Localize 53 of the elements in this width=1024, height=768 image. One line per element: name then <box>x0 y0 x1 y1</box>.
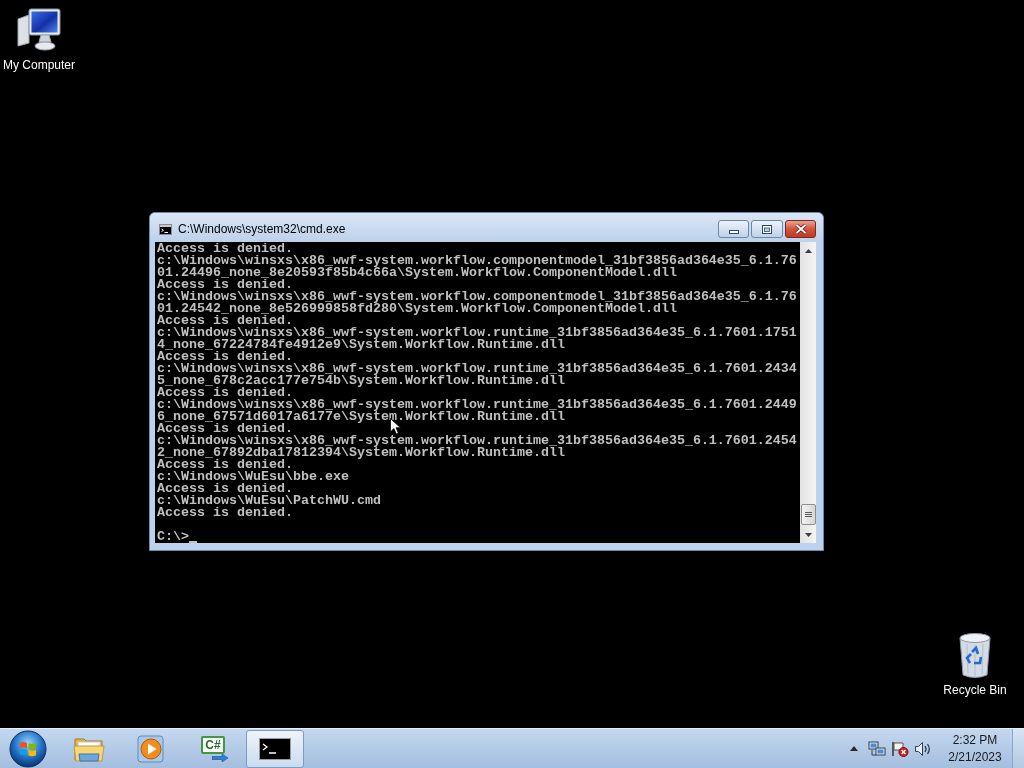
command-prompt: C:\> <box>157 531 189 543</box>
console-line: c:\Windows\winsxs\x86_wwf-system.workflow.runtime_31bf3856ad364e35_6.1.7601.2454 <box>157 435 797 447</box>
console-icon <box>259 737 291 760</box>
console-line: 4_none_67224784fe4912e9\System.Workflow.Runtime.dll <box>157 339 565 351</box>
console-line: c:\Windows\winsxs\x86_wwf-system.workflow.componentmodel_31bf3856ad364e35_6.1.76 <box>157 291 797 303</box>
console-line: 01.24542_none_8e526999858fd280\System.Workflow.ComponentModel.dll <box>157 303 677 315</box>
console-taskbar-button[interactable] <box>246 729 304 768</box>
console-line: Access is denied. <box>157 315 293 327</box>
console-line: c:\Windows\winsxs\x86_wwf-system.workflow.runtime_31bf3856ad364e35_6.1.7601.2449 <box>157 399 797 411</box>
console-line: c:\Windows\winsxs\x86_wwf-system.workflow.runtime_31bf3856ad364e35_6.1.7601.2434 <box>157 363 797 375</box>
console-line: c:\Windows\WuEsu\bbe.exe <box>157 471 349 483</box>
start-button[interactable] <box>9 729 47 768</box>
text-cursor-icon <box>189 541 197 543</box>
console-line: Access is denied. <box>157 459 293 471</box>
grip-icon <box>804 511 812 518</box>
play-icon <box>136 733 166 764</box>
up-triangle-icon <box>849 746 858 751</box>
close-icon <box>794 224 807 234</box>
console-line: c:\Windows\winsxs\x86_wwf-system.workflow.componentmodel_31bf3856ad364e35_6.1.76 <box>157 255 797 267</box>
network-icon <box>867 740 886 757</box>
console-line: Access is denied. <box>157 423 293 435</box>
flag-icon <box>890 740 909 757</box>
computer-shortcut[interactable]: My Computer <box>0 8 78 73</box>
computer-icon <box>17 8 61 52</box>
minimize-button[interactable] <box>718 220 749 238</box>
console-line: 6_none_67571d6017a6177e\System.Workflow.Runtime.dll <box>157 411 565 423</box>
up-arrow-icon <box>804 248 812 253</box>
recycle-bin-shortcut[interactable]: Recycle Bin <box>937 632 1013 698</box>
console-line: c:\Windows\winsxs\x86_wwf-system.workflow.runtime_31bf3856ad364e35_6.1.7601.1751 <box>157 327 797 339</box>
console-icon <box>159 223 172 235</box>
console-line: Access is denied. <box>157 387 293 399</box>
maximize-button[interactable] <box>751 220 783 238</box>
console-line: 01.24496_none_8e20593f85b4c66a\System.Workflow.ComponentModel.dll <box>157 267 677 279</box>
console-line: Access is denied. <box>157 279 293 291</box>
clock[interactable]: 2:32 PM 2/21/2023 <box>944 731 1006 766</box>
close-button[interactable] <box>785 220 816 238</box>
speaker-icon <box>913 740 932 757</box>
console-line: 5_none_678c2acc177e754b\System.Workflow.Runtime.dll <box>157 375 565 387</box>
console-line: Access is denied. <box>157 243 293 255</box>
console-line: c:\Windows\WuEsu\PatchWU.cmd <box>157 495 381 507</box>
console-line: 2_none_67892dba17812394\System.Workflow.Runtime.dll <box>157 447 565 459</box>
console-line: Access is denied. <box>157 483 293 495</box>
recycle-bin-icon <box>958 632 992 680</box>
minimize-icon <box>728 229 739 234</box>
console-line: Access is denied. <box>157 351 293 363</box>
orb-icon <box>9 729 47 768</box>
window-title: C:\Windows\system32\cmd.exe <box>178 221 346 237</box>
code-editor-taskbar-button[interactable]: C# <box>184 729 242 768</box>
scrollbar-thumb[interactable] <box>800 504 816 525</box>
arrow-icon <box>212 753 228 762</box>
down-arrow-icon <box>804 532 812 537</box>
maximize-icon <box>762 224 772 234</box>
console-line: Access is denied. <box>157 507 293 519</box>
